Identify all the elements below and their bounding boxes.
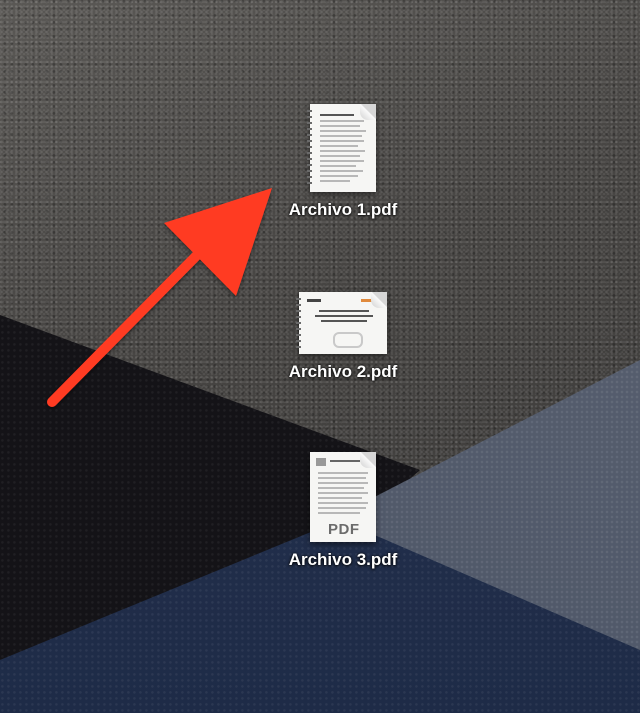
desktop-background[interactable]: Archivo 1.pdf Archivo 2.pdf PDF Archivo … xyxy=(0,0,640,713)
red-arrow-icon xyxy=(47,188,272,407)
